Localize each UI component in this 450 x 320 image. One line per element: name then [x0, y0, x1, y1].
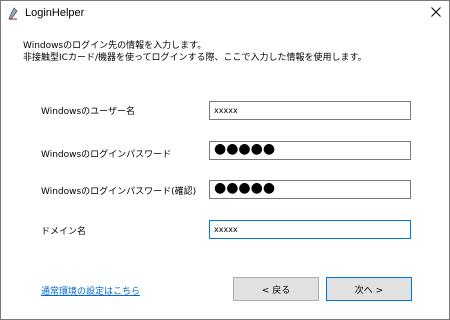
normal-environment-settings-link[interactable]: 通常環境の設定はこちら — [41, 284, 140, 297]
password-confirm-label: Windowsのログインパスワード(確認) — [41, 187, 197, 197]
password-confirm-field[interactable]: ●●●●● — [209, 180, 411, 199]
back-button[interactable]: < 戻る — [233, 277, 319, 301]
password-label: Windowsのログインパスワード — [41, 150, 172, 160]
description-text: Windowsのログイン先の情報を入力します。 非接触型ICカード/機器を使って… — [23, 40, 367, 64]
description-line-1: Windowsのログイン先の情報を入力します。 — [23, 41, 207, 51]
domain-label: ドメイン名 — [41, 227, 87, 237]
login-helper-window: LoginHelper Windowsのログイン先の情報を入力します。 非接触型… — [0, 0, 450, 320]
close-button[interactable] — [423, 1, 449, 23]
password-field[interactable]: ●●●●● — [209, 141, 411, 160]
close-icon — [431, 7, 441, 17]
next-button[interactable]: 次へ > — [326, 277, 412, 301]
pen-icon — [7, 7, 19, 21]
username-field[interactable]: xxxxx — [209, 101, 411, 120]
domain-field[interactable]: xxxxx — [209, 220, 411, 239]
description-line-2: 非接触型ICカード/機器を使ってログインする際、ここで入力した情報を使用します。 — [23, 53, 367, 63]
window-title: LoginHelper — [25, 7, 85, 19]
title-bar: LoginHelper — [1, 1, 449, 27]
username-label: Windowsのユーザー名 — [41, 107, 135, 117]
